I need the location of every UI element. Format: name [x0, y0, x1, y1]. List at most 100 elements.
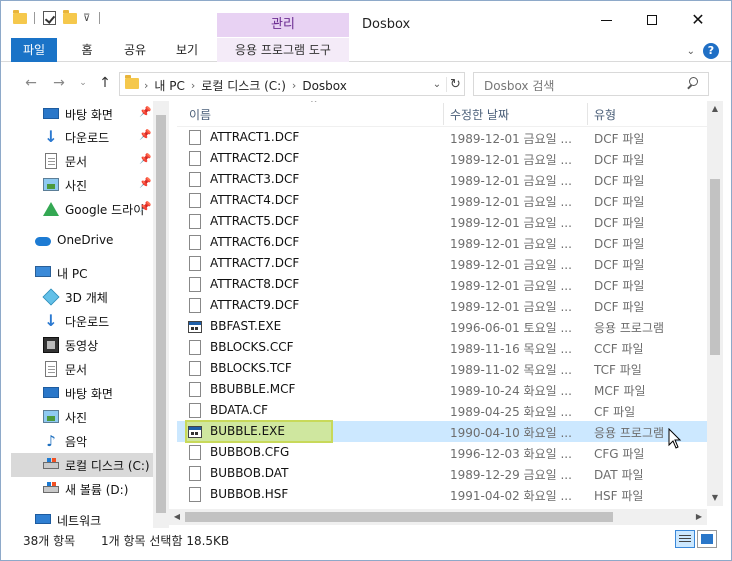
tab-view[interactable]: 보기 — [165, 38, 209, 62]
file-row[interactable]: ATTRACT2.DCF 1989-12-01 금요일 ... DCF 파일 — [177, 148, 707, 169]
column-name[interactable]: 이름 — [189, 106, 211, 123]
help-icon[interactable]: ? — [703, 43, 719, 59]
nav-item-pictures-pc[interactable]: 사진 — [1, 405, 153, 429]
customize-quick-access-icon[interactable]: ⊽ — [83, 10, 90, 26]
file-row[interactable]: ATTRACT5.DCF 1989-12-01 금요일 ... DCF 파일 — [177, 211, 707, 232]
search-box[interactable]: Dosbox 검색 — [473, 72, 709, 96]
navigation-pane-scrollbar[interactable] — [153, 101, 169, 532]
nav-item-music[interactable]: ♪ 음악 — [1, 429, 153, 453]
file-name: BUBBLE.EXE — [210, 424, 285, 438]
file-row[interactable]: BBLOCKS.TCF 1989-11-02 목요일 ... TCF 파일 — [177, 358, 707, 379]
close-icon: ✕ — [691, 10, 705, 29]
nav-item-this-pc[interactable]: 내 PC — [1, 261, 153, 285]
large-icons-view-button[interactable] — [697, 530, 717, 548]
ribbon-tabs: 파일 홈 공유 보기 응용 프로그램 도구 ⌄ ? — [1, 38, 731, 62]
close-button[interactable]: ✕ — [675, 9, 721, 31]
breadcrumb-local-disk[interactable]: 로컬 디스크 (C:) — [201, 77, 286, 94]
nav-item-local-disk-c[interactable]: 로컬 디스크 (C:) — [11, 453, 153, 477]
breadcrumb-separator-icon[interactable]: › — [292, 79, 296, 92]
file-row[interactable]: BBLOCKS.CCF 1989-11-16 목요일 ... CCF 파일 — [177, 337, 707, 358]
column-type[interactable]: 유형 — [594, 106, 616, 123]
file-row[interactable]: ATTRACT9.DCF 1989-12-01 금요일 ... DCF 파일 — [177, 295, 707, 316]
music-icon: ♪ — [46, 432, 56, 450]
forward-arrow-icon[interactable]: → — [51, 75, 67, 91]
nav-item-downloads[interactable]: ↓ 다운로드 📌 — [1, 125, 153, 149]
file-row[interactable]: ATTRACT6.DCF 1989-12-01 금요일 ... DCF 파일 — [177, 232, 707, 253]
column-divider[interactable] — [443, 103, 444, 125]
scroll-up-icon[interactable]: ▲ — [707, 101, 723, 117]
file-row[interactable]: BDATA.CF 1989-04-25 화요일 ... CF 파일 — [177, 400, 707, 421]
nav-item-videos[interactable]: 동영상 — [1, 333, 153, 357]
nav-item-desktop[interactable]: 바탕 화면 📌 — [1, 102, 153, 126]
status-bar: 38개 항목 1개 항목 선택함 18.5KB — [1, 528, 731, 560]
breadcrumb-dosbox[interactable]: Dosbox — [302, 79, 347, 93]
file-icon — [189, 130, 201, 145]
address-bar[interactable]: › 내 PC › 로컬 디스크 (C:) › Dosbox ⌄ ↻ — [119, 72, 465, 96]
file-row[interactable]: ATTRACT7.DCF 1989-12-01 금요일 ... DCF 파일 — [177, 253, 707, 274]
pin-icon[interactable]: 📌 — [139, 154, 151, 165]
tab-share[interactable]: 공유 — [113, 38, 157, 62]
new-folder-icon[interactable] — [63, 9, 77, 26]
file-row[interactable]: BBUBBLE.MCF 1989-10-24 화요일 ... MCF 파일 — [177, 379, 707, 400]
nav-item-documents[interactable]: 문서 📌 — [1, 149, 153, 173]
file-row[interactable]: ATTRACT8.DCF 1989-12-01 금요일 ... DCF 파일 — [177, 274, 707, 295]
breadcrumb-separator-icon[interactable]: › — [144, 79, 148, 92]
nav-item-desktop-pc[interactable]: 바탕 화면 — [1, 381, 153, 405]
file-list-vertical-scrollbar[interactable]: ▲ ▼ — [707, 101, 723, 506]
nav-item-google-drive[interactable]: Google 드라이 📌 — [1, 197, 153, 221]
up-arrow-icon[interactable]: ↑ — [97, 75, 113, 91]
nav-item-onedrive[interactable]: OneDrive — [1, 229, 153, 253]
column-divider[interactable] — [587, 103, 588, 125]
file-type: DCF 파일 — [594, 153, 645, 167]
scroll-right-icon[interactable]: ▶ — [691, 509, 707, 525]
nav-item-label: 다운로드 — [65, 315, 110, 329]
nav-item-volume-d[interactable]: 새 볼륨 (D:) — [1, 477, 153, 501]
file-name: ATTRACT6.DCF — [210, 235, 300, 249]
column-date-modified[interactable]: 수정한 날짜 — [450, 106, 509, 123]
scrollbar-thumb[interactable] — [156, 115, 166, 513]
file-row[interactable]: BUBBOB.DAT 1989-12-29 금요일 ... DAT 파일 — [177, 463, 707, 484]
properties-icon[interactable] — [43, 10, 56, 26]
tab-file[interactable]: 파일 — [11, 38, 57, 62]
refresh-icon[interactable]: ↻ — [446, 76, 464, 92]
nav-item-downloads-pc[interactable]: ↓ 다운로드 — [1, 309, 153, 333]
file-icon — [189, 172, 201, 187]
window-title: Dosbox — [362, 17, 411, 32]
pin-icon[interactable]: 📌 — [139, 202, 151, 213]
address-dropdown-icon[interactable]: ⌄ — [428, 79, 446, 90]
minimize-button[interactable] — [583, 9, 629, 31]
details-view-button[interactable] — [675, 530, 695, 548]
file-row[interactable]: BUBBLE.EXE 1990-04-10 화요일 ... 응용 프로그램 — [177, 420, 707, 443]
recent-locations-chevron-icon[interactable]: ⌄ — [75, 75, 91, 91]
back-arrow-icon[interactable]: ← — [23, 75, 39, 91]
expand-ribbon-icon[interactable]: ⌄ — [687, 46, 695, 57]
search-input[interactable]: Dosbox 검색 — [484, 77, 554, 94]
navigation-pane: 바탕 화면 📌 ↓ 다운로드 📌 문서 📌 사진 📌 Google 드라이 📌 … — [1, 101, 169, 532]
pin-icon[interactable]: 📌 — [139, 178, 151, 189]
breadcrumb-this-pc[interactable]: 내 PC — [154, 77, 184, 94]
breadcrumb-separator-icon[interactable]: › — [191, 79, 195, 92]
file-list-horizontal-scrollbar[interactable]: ◀ ▶ — [169, 509, 707, 525]
scroll-down-icon[interactable]: ▼ — [707, 490, 723, 506]
file-date: 1989-12-01 금요일 ... — [450, 195, 572, 209]
file-row[interactable]: ATTRACT3.DCF 1989-12-01 금요일 ... DCF 파일 — [177, 169, 707, 190]
file-row[interactable]: BBFAST.EXE 1996-06-01 토요일 ... 응용 프로그램 — [177, 316, 707, 337]
scroll-left-icon[interactable]: ◀ — [169, 509, 185, 525]
nav-item-pictures[interactable]: 사진 📌 — [1, 173, 153, 197]
scrollbar-thumb[interactable] — [185, 512, 613, 522]
file-row[interactable]: BUBBOB.CFG 1996-12-03 화요일 ... CFG 파일 — [177, 442, 707, 463]
file-row[interactable]: ATTRACT4.DCF 1989-12-01 금요일 ... DCF 파일 — [177, 190, 707, 211]
scrollbar-thumb[interactable] — [710, 179, 720, 355]
file-name: BUBBOB.DAT — [210, 466, 289, 480]
nav-item-documents-pc[interactable]: 문서 — [1, 357, 153, 381]
nav-item-3d-objects[interactable]: 3D 개체 — [1, 285, 153, 309]
pin-icon[interactable]: 📌 — [139, 130, 151, 141]
video-icon — [43, 337, 59, 353]
tab-home[interactable]: 홈 — [69, 38, 105, 62]
pin-icon[interactable]: 📌 — [139, 107, 151, 118]
tab-application-tools[interactable]: 응용 프로그램 도구 — [217, 38, 349, 62]
file-row[interactable]: ATTRACT1.DCF 1989-12-01 금요일 ... DCF 파일 — [177, 127, 707, 148]
maximize-button[interactable] — [629, 9, 675, 31]
nav-item-label: OneDrive — [57, 233, 114, 247]
file-row[interactable]: BUBBOB.HSF 1991-04-02 화요일 ... HSF 파일 — [177, 484, 707, 505]
